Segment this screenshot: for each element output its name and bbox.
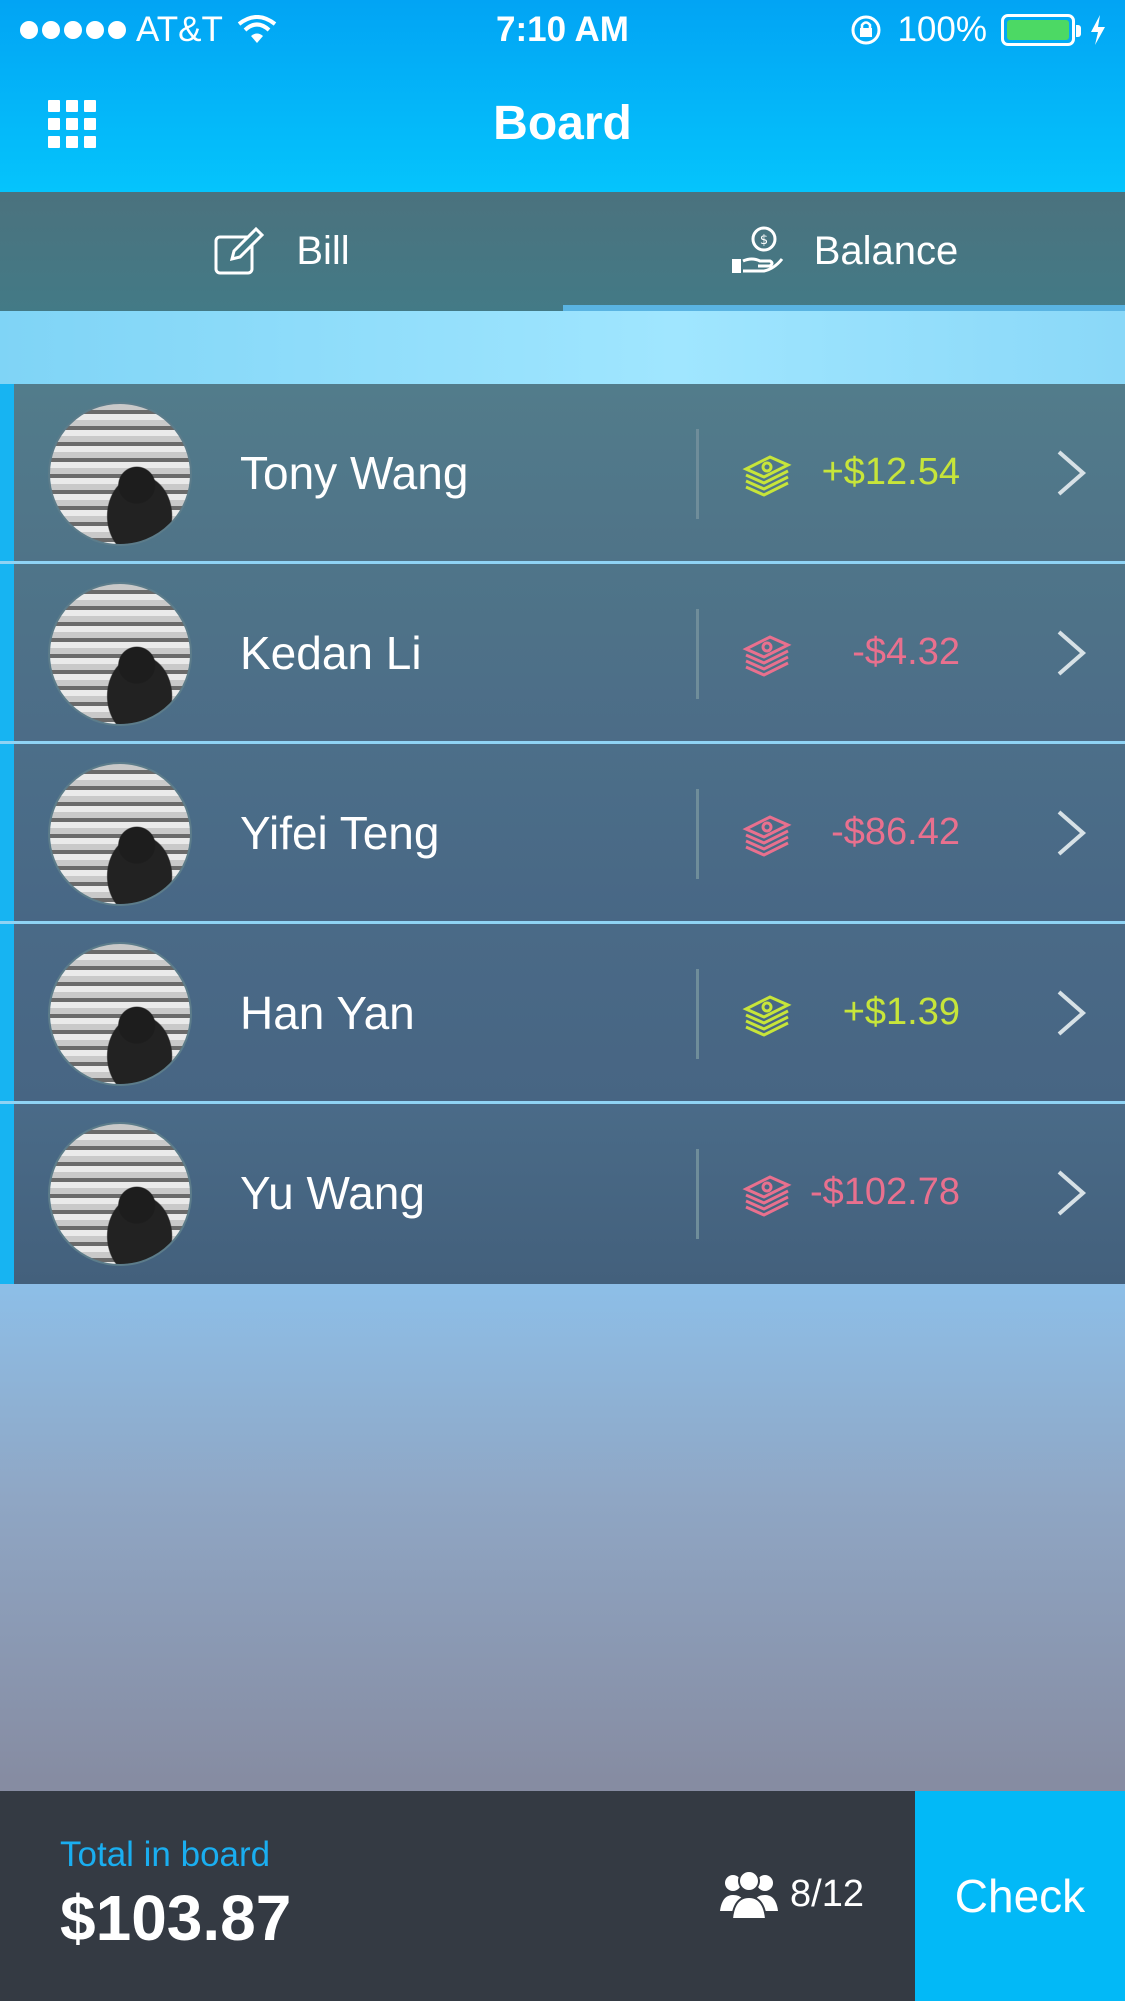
avatar (48, 1122, 192, 1266)
list-header-strip (0, 311, 1125, 384)
list-item[interactable]: Han Yan +$1.39 (0, 924, 1125, 1104)
row-divider (696, 1149, 699, 1239)
chevron-right-icon[interactable] (1053, 448, 1089, 498)
balance-amount: -$102.78 (809, 1171, 960, 1213)
member-name: Yu Wang (240, 1166, 425, 1219)
row-accent-bar (0, 384, 14, 561)
money-stack-icon (742, 455, 792, 497)
balance-amount: +$1.39 (842, 991, 960, 1033)
balance-amount: -$4.32 (852, 631, 960, 673)
check-button[interactable]: Check (915, 1791, 1125, 2001)
list-item[interactable]: Yifei Teng -$86.42 (0, 744, 1125, 924)
avatar (48, 402, 192, 546)
page-title: Board (493, 97, 632, 150)
rotation-lock-icon (851, 15, 881, 45)
avatar (48, 942, 192, 1086)
tab-balance[interactable]: $ Balance (563, 192, 1125, 311)
row-divider (696, 969, 699, 1059)
member-name: Han Yan (240, 986, 415, 1039)
hand-coin-icon: $ (731, 226, 783, 273)
row-divider (696, 609, 699, 699)
total-value: $103.87 (60, 1882, 292, 1954)
list-item[interactable]: Tony Wang +$12.54 (0, 384, 1125, 564)
row-accent-bar (0, 924, 14, 1101)
balance-list: Tony Wang +$12.54 Kedan Li -$4.32 Yifei … (0, 384, 1125, 1284)
tab-bill[interactable]: Bill (0, 192, 562, 311)
chevron-right-icon[interactable] (1053, 628, 1089, 678)
battery-percent: 100% (897, 10, 987, 49)
balance-amount: -$86.42 (831, 811, 960, 853)
tab-bill-label: Bill (296, 229, 350, 273)
list-item[interactable]: Kedan Li -$4.32 (0, 564, 1125, 744)
balance-amount: +$12.54 (821, 451, 960, 493)
row-accent-bar (0, 564, 14, 741)
chevron-right-icon[interactable] (1053, 1168, 1089, 1218)
chevron-right-icon[interactable] (1053, 808, 1089, 858)
charging-bolt-icon (1091, 15, 1105, 45)
status-bar: AT&T 7:10 AM 100% (0, 0, 1125, 62)
members-count-label: 8/12 (790, 1872, 864, 1915)
member-name: Kedan Li (240, 626, 422, 679)
row-divider (696, 789, 699, 879)
row-accent-bar (0, 1104, 14, 1284)
money-stack-icon (742, 1175, 792, 1217)
money-stack-icon (742, 815, 792, 857)
people-icon (720, 1870, 778, 1919)
svg-text:$: $ (760, 233, 768, 248)
header: AT&T 7:10 AM 100% Board (0, 0, 1125, 192)
member-name: Yifei Teng (240, 806, 440, 859)
money-stack-icon (742, 995, 792, 1037)
chevron-right-icon[interactable] (1053, 988, 1089, 1038)
edit-icon (214, 226, 265, 274)
battery-icon (1001, 14, 1081, 46)
bottom-bar: Total in board $103.87 8/12 Check (0, 1791, 1125, 2001)
tab-bar: Bill $ Balance (0, 192, 1125, 311)
row-divider (696, 429, 699, 519)
money-stack-icon (742, 635, 792, 677)
list-item[interactable]: Yu Wang -$102.78 (0, 1104, 1125, 1284)
member-name: Tony Wang (240, 446, 469, 499)
tab-balance-label: Balance (813, 229, 959, 273)
members-count[interactable]: 8/12 (720, 1869, 864, 1919)
row-accent-bar (0, 744, 14, 921)
avatar (48, 582, 192, 726)
total-label: Total in board (60, 1835, 271, 1874)
avatar (48, 762, 192, 906)
